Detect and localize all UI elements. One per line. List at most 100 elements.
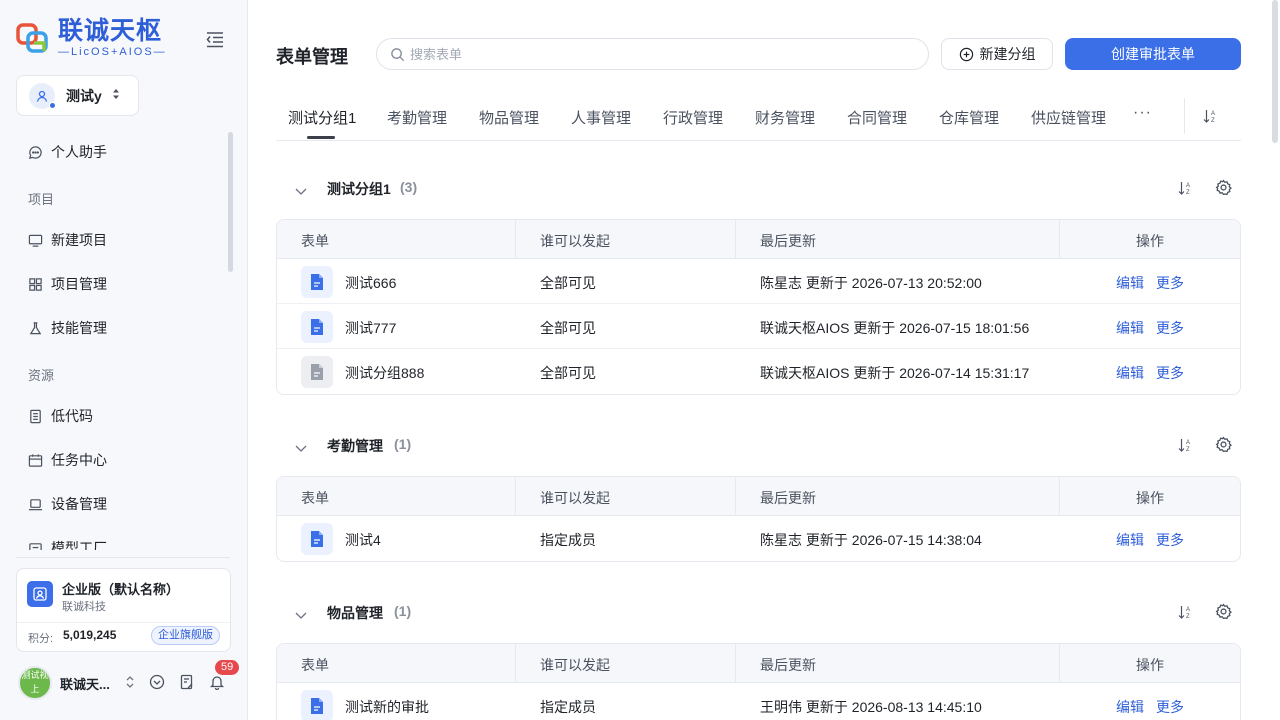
sidebar-scrollbar[interactable] [228,132,233,272]
org-divider [17,622,230,623]
sidebar-item-label: 模型工厂 [51,540,107,550]
sidebar-item-lowcode[interactable]: 低代码 [16,394,230,438]
tab-items[interactable]: 物品管理 [479,107,539,128]
sidebar-item-new-project[interactable]: 新建项目 [16,218,230,262]
edit-link[interactable]: 编辑 [1116,318,1144,338]
sidebar-item-project-mgmt[interactable]: 项目管理 [16,262,230,306]
table-row[interactable]: 测试分组888 全部可见 联诚天枢AIOS 更新于 2026-07-14 15:… [277,349,1240,394]
form-visibility: 全部可见 [540,275,596,291]
org-company: 联诚科技 [62,601,106,613]
more-link[interactable]: 更多 [1156,697,1184,717]
sidebar-nav: 个人助手 项目 新建项目 项目管理 技能管理 资源 低代码 任务中心 设备管理 [16,130,230,550]
more-link[interactable]: 更多 [1156,273,1184,293]
tab-supply-chain[interactable]: 供应链管理 [1031,107,1106,128]
table-row[interactable]: 测试新的审批 指定成员 王明伟 更新于 2026-08-13 14:45:10 … [277,683,1240,720]
sidebar-item-assistant[interactable]: 个人助手 [16,130,230,174]
collapse-sidebar-icon[interactable] [205,29,225,49]
workspace-switcher[interactable]: 测试y [16,75,139,116]
sidebar-item-device-mgmt[interactable]: 设备管理 [16,482,230,526]
edit-link[interactable]: 编辑 [1116,697,1144,717]
form-group-section: 测试分组1 (3) AZ 表单 谁可以发起 最后更新 操作 测试666 全部可见… [276,167,1241,395]
download-circle-icon[interactable] [149,674,165,690]
th-form: 表单 [301,233,329,249]
sidebar-item-task-center[interactable]: 任务中心 [16,438,230,482]
section-count: (1) [394,436,412,452]
th-updated: 最后更新 [760,233,816,249]
tab-hr[interactable]: 人事管理 [571,107,631,128]
search-input[interactable] [410,46,910,62]
form-name[interactable]: 测试4 [345,530,381,550]
user-name[interactable]: 联诚天... [60,674,110,693]
tab-finance[interactable]: 财务管理 [755,107,815,128]
brand-logo: 联诚天枢 —LicOS+AIOS— [16,18,167,58]
section-count: (3) [400,179,418,195]
tab-attendance[interactable]: 考勤管理 [387,107,447,128]
sort-icon[interactable]: AZ [1203,108,1217,129]
sidebar-item-model-factory[interactable]: 模型工厂 [16,526,230,550]
bell-icon[interactable] [209,674,225,691]
chat-icon [29,145,42,159]
sort-icon[interactable]: AZ [1178,604,1192,625]
table-row[interactable]: 测试777 全部可见 联诚天枢AIOS 更新于 2026-07-15 18:01… [277,304,1240,349]
gear-icon[interactable] [1215,603,1233,625]
column-divider [1059,477,1060,516]
form-name[interactable]: 测试666 [345,273,396,293]
notes-icon[interactable] [179,674,195,690]
sidebar-item-label: 新建项目 [51,232,107,248]
edit-link[interactable]: 编辑 [1116,530,1144,550]
org-name: 企业版（默认名称） [62,582,180,597]
sidebar-item-label: 任务中心 [51,452,107,468]
th-actions: 操作 [1136,657,1164,673]
chevron-down-icon[interactable] [295,607,307,625]
svg-text:A: A [1186,183,1190,189]
sidebar-item-skill-mgmt[interactable]: 技能管理 [16,306,230,350]
tab-admin[interactable]: 行政管理 [663,107,723,128]
page-scrollbar[interactable] [1272,0,1278,143]
form-group-section: 物品管理 (1) AZ 表单 谁可以发起 最后更新 操作 测试新的审批 指定成员… [276,591,1241,720]
th-actions: 操作 [1136,233,1164,249]
tab-warehouse[interactable]: 仓库管理 [939,107,999,128]
sidebar-item-label: 低代码 [51,408,93,424]
tab-contract[interactable]: 合同管理 [847,107,907,128]
updown-chevron-icon [112,87,120,105]
workspace-avatar [29,82,56,109]
updown-chevron-icon[interactable] [122,674,138,690]
table-row[interactable]: 测试666 全部可见 陈星志 更新于 2026-07-13 20:52:00 编… [277,259,1240,304]
svg-text:Z: Z [1211,118,1215,124]
sort-icon[interactable]: AZ [1178,437,1192,458]
calendar-icon [28,453,43,467]
more-link[interactable]: 更多 [1156,318,1184,338]
create-form-button[interactable]: 创建审批表单 [1065,38,1241,70]
table-header: 表单 谁可以发起 最后更新 操作 [277,644,1240,683]
edit-link[interactable]: 编辑 [1116,273,1144,293]
chevron-down-icon[interactable] [295,183,307,201]
form-group-section: 考勤管理 (1) AZ 表单 谁可以发起 最后更新 操作 测试4 指定成员 陈星… [276,424,1241,562]
form-name[interactable]: 测试分组888 [345,363,424,383]
section-count: (1) [394,603,412,619]
document-list-icon [30,409,41,423]
gear-icon[interactable] [1215,179,1233,201]
new-group-button[interactable]: 新建分组 [941,38,1053,70]
gear-icon[interactable] [1215,436,1233,458]
sort-icon[interactable]: AZ [1178,180,1192,201]
table-row[interactable]: 测试4 指定成员 陈星志 更新于 2026-07-15 14:38:04 编辑 … [277,516,1240,561]
more-link[interactable]: 更多 [1156,363,1184,383]
monitor-icon [28,234,43,247]
user-avatar[interactable]: 测试视上 [18,666,52,700]
laptop-icon [28,498,43,510]
form-name[interactable]: 测试777 [345,318,396,338]
tab-test-group-1[interactable]: 测试分组1 [288,107,356,128]
page-title: 表单管理 [276,47,348,67]
edit-link[interactable]: 编辑 [1116,363,1144,383]
form-updated: 陈星志 更新于 2026-07-13 20:52:00 [760,275,982,291]
chevron-down-icon[interactable] [295,440,307,458]
more-link[interactable]: 更多 [1156,530,1184,550]
form-visibility: 全部可见 [540,320,596,336]
doc-blue-icon [301,311,333,343]
more-tabs-icon[interactable]: ··· [1133,104,1152,122]
org-card[interactable]: 企业版（默认名称） 联诚科技 积分: 5,019,245 企业旗舰版 [16,568,231,652]
search-box[interactable] [376,38,929,70]
sidebar-item-label: 技能管理 [51,320,107,336]
factory-icon [29,542,42,550]
form-name[interactable]: 测试新的审批 [345,697,429,717]
